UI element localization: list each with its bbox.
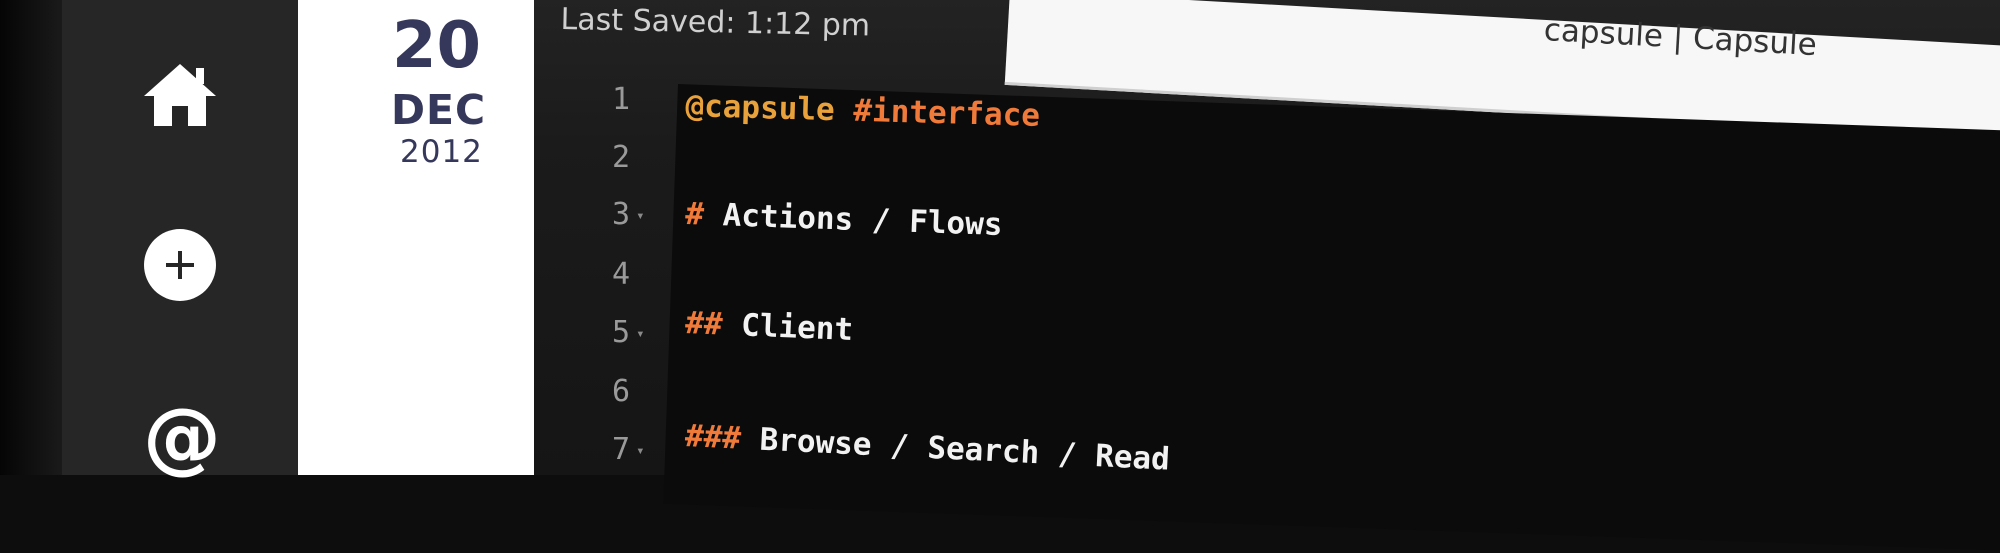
line-number-text: 2 bbox=[612, 140, 631, 175]
code-token-hash: ### bbox=[684, 418, 742, 457]
home-icon[interactable] bbox=[142, 60, 218, 130]
line-number-text: 3 bbox=[612, 197, 631, 232]
line-number-text: 7 bbox=[612, 432, 631, 467]
code-token-text: Client bbox=[721, 306, 854, 349]
code-area[interactable] bbox=[663, 84, 2000, 553]
line-number: 4 bbox=[612, 257, 630, 292]
line-number: 5 ▾ bbox=[612, 315, 645, 350]
code-line[interactable]: ## Client bbox=[684, 305, 853, 348]
code-token-hash: ## bbox=[684, 305, 724, 343]
date-day: 20 bbox=[392, 9, 482, 83]
line-number: 3 ▾ bbox=[612, 197, 645, 232]
line-number: 7 ▾ bbox=[612, 432, 645, 467]
line-number-text: 6 bbox=[612, 374, 631, 409]
code-token-tag: #interface bbox=[852, 92, 1041, 134]
date-year: 2012 bbox=[400, 134, 483, 170]
line-number-text: 5 bbox=[612, 315, 631, 350]
line-number: 1 bbox=[612, 82, 630, 117]
line-number: 6 bbox=[612, 374, 630, 409]
code-token-hash: # bbox=[684, 196, 705, 233]
code-token-mention: @capsule bbox=[684, 88, 836, 129]
date-month: DEC bbox=[391, 86, 487, 134]
at-icon[interactable]: @ bbox=[142, 398, 222, 478]
line-number-text: 1 bbox=[612, 82, 631, 117]
screen-bezel bbox=[0, 0, 62, 475]
fold-toggle-icon[interactable]: ▾ bbox=[636, 326, 644, 342]
line-number: 2 bbox=[612, 140, 630, 175]
fold-toggle-icon[interactable]: ▾ bbox=[636, 443, 644, 459]
svg-text:@: @ bbox=[143, 398, 221, 478]
add-icon[interactable] bbox=[142, 227, 218, 303]
last-saved-status: Last Saved: 1:12 pm bbox=[560, 2, 871, 44]
line-number-text: 4 bbox=[612, 257, 631, 292]
fold-toggle-icon[interactable]: ▾ bbox=[636, 208, 644, 224]
